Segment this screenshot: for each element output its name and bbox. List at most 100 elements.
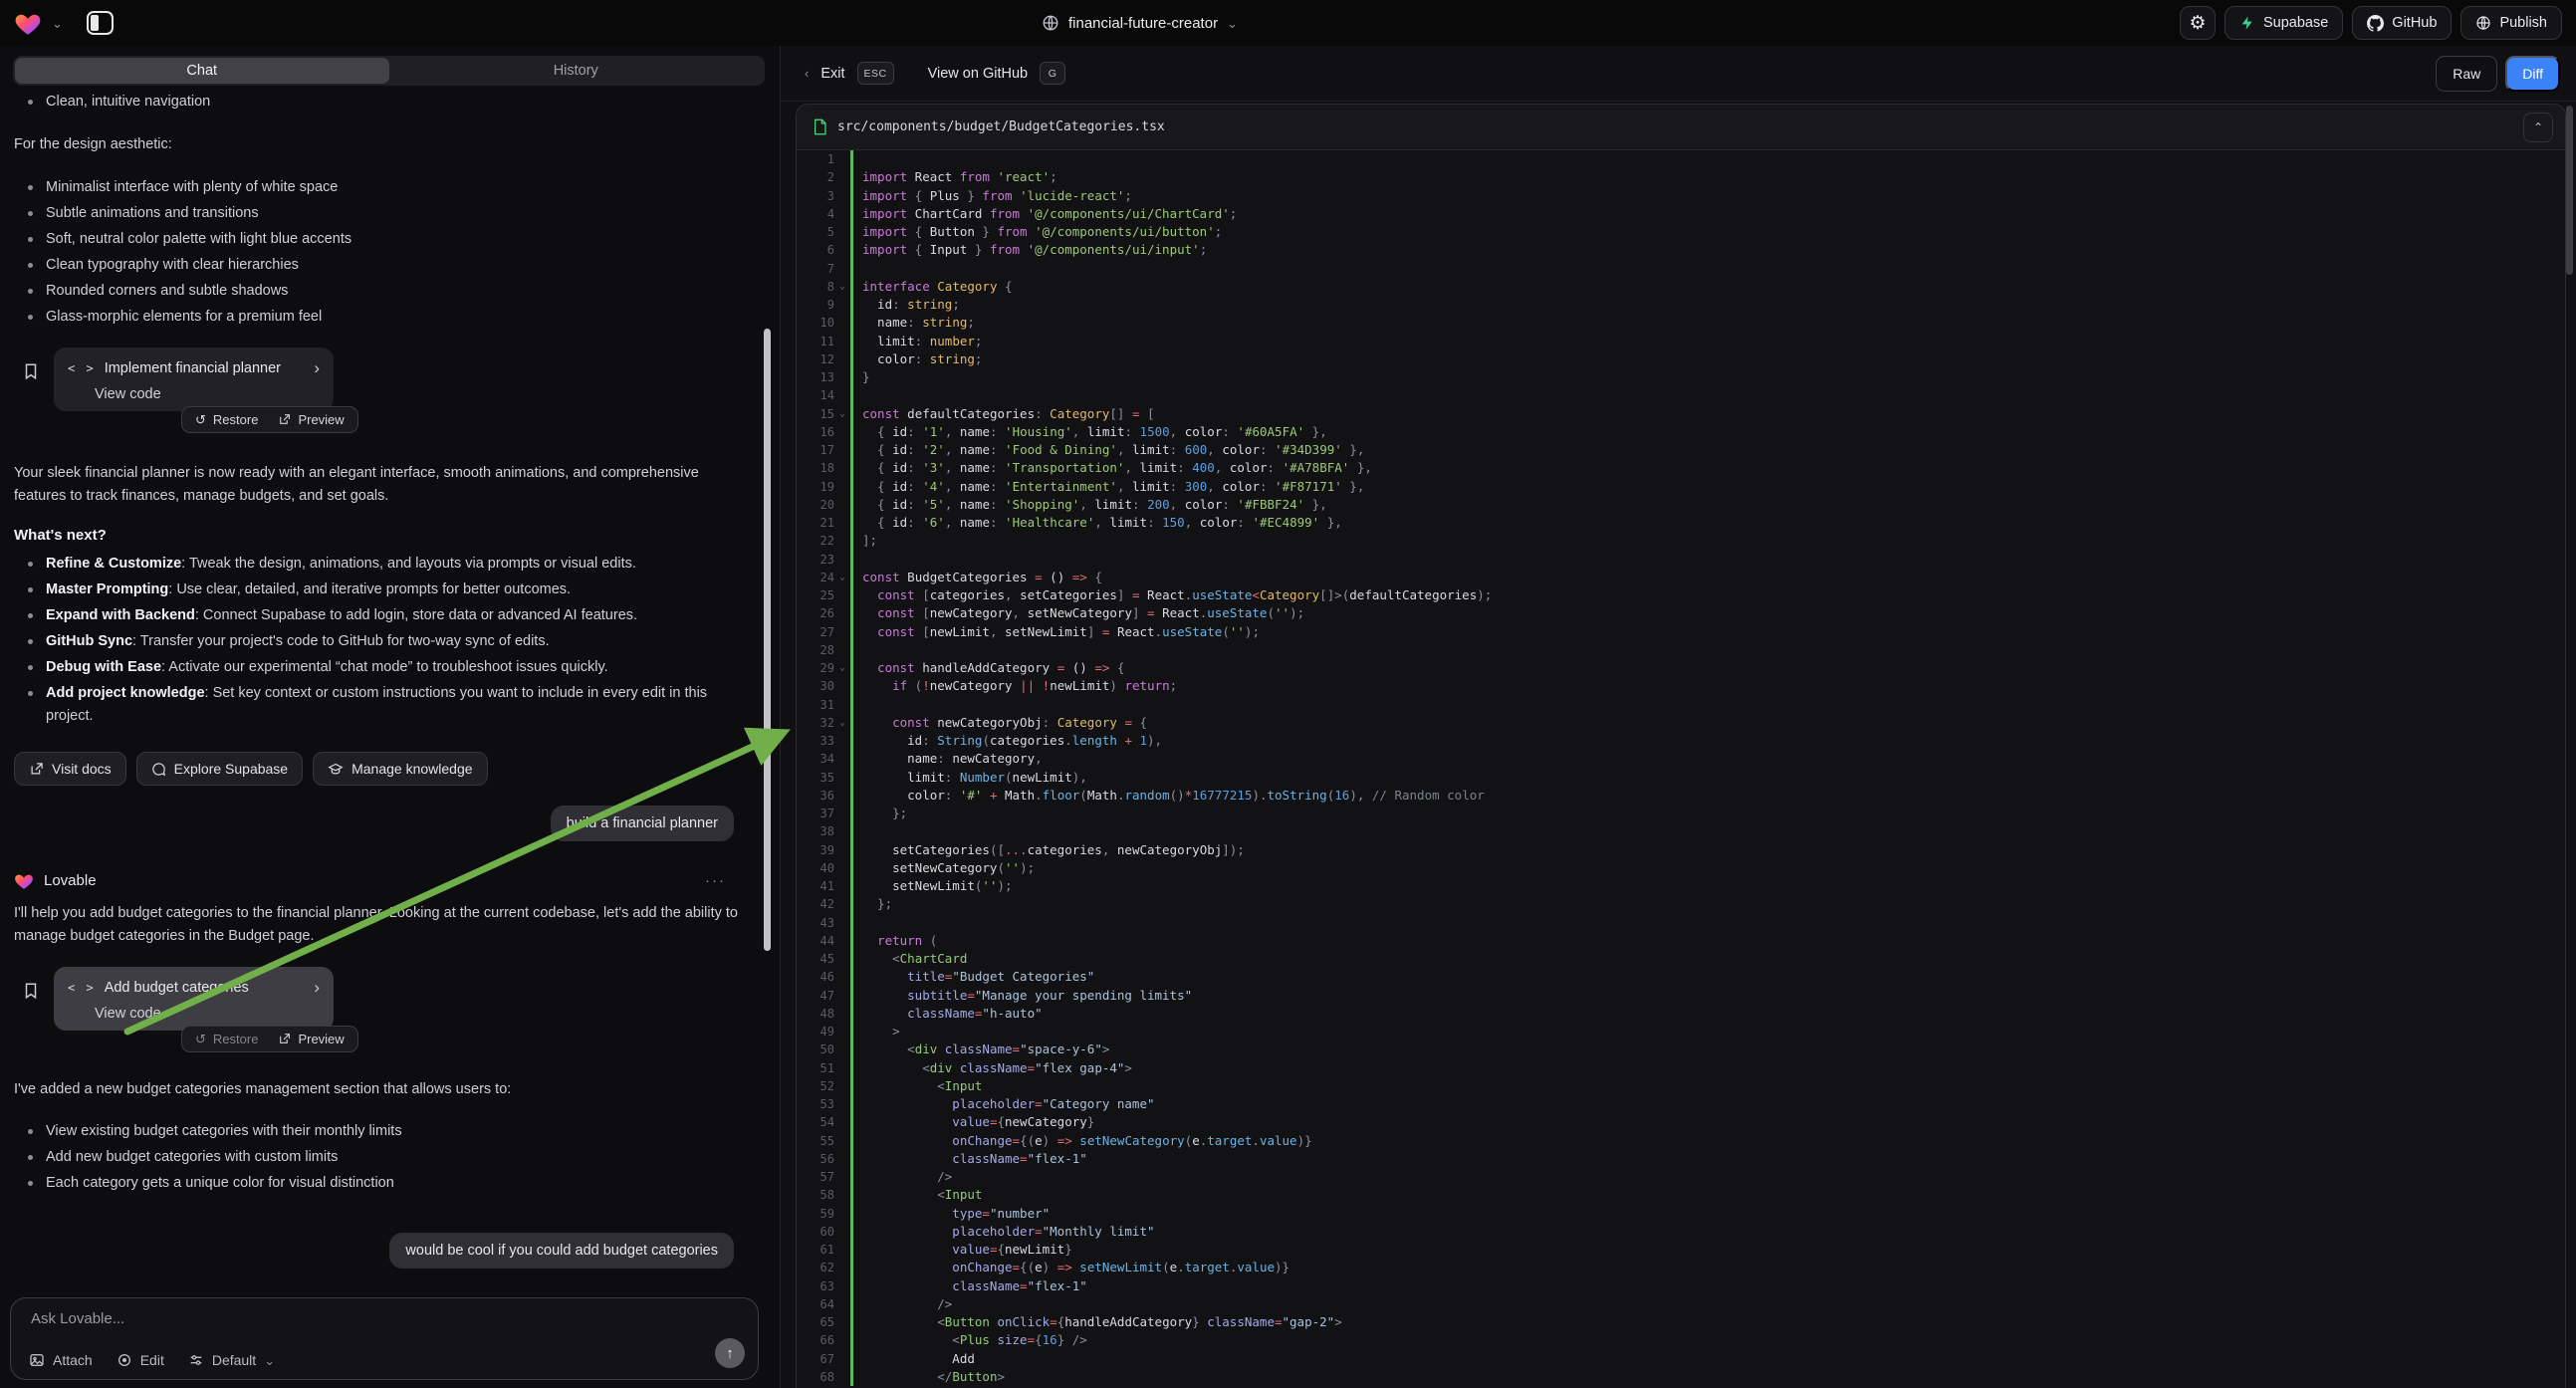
- tab-history[interactable]: History: [389, 58, 764, 84]
- line-number: 4: [797, 205, 834, 223]
- visit-docs-button[interactable]: Visit docs: [14, 752, 126, 786]
- code-line: 42 };: [797, 895, 2565, 913]
- view-code-link[interactable]: View code: [68, 1006, 320, 1022]
- preview-button[interactable]: Preview: [278, 1032, 344, 1046]
- list-item: Soft, neutral color palette with light b…: [14, 228, 748, 251]
- chat-scrollbar-thumb[interactable]: [764, 329, 771, 951]
- toggle-sidebar-icon[interactable]: [87, 11, 114, 35]
- line-number: 12: [797, 350, 834, 368]
- fold-chevron-icon[interactable]: ⌄: [834, 659, 850, 677]
- restore-icon: ↺: [195, 1033, 206, 1045]
- code-line: 56 className="flex-1": [797, 1150, 2565, 1168]
- code-line: 15⌄const defaultCategories: Category[] =…: [797, 405, 2565, 423]
- chat-bubble-icon: [151, 762, 166, 777]
- file-bar[interactable]: src/components/budget/BudgetCategories.t…: [797, 105, 2565, 150]
- code-line: 60 placeholder="Monthly limit": [797, 1223, 2565, 1241]
- code-line: 26 const [newCategory, setNewCategory] =…: [797, 604, 2565, 622]
- code-line: 21 { id: '6', name: 'Healthcare', limit:…: [797, 514, 2565, 532]
- list-item: Master Prompting: Use clear, detailed, a…: [14, 578, 748, 601]
- publish-button[interactable]: Publish: [2460, 6, 2562, 40]
- code-line: 43: [797, 914, 2565, 932]
- code-panel: ‹ Exit ESC View on GitHub G Raw Diff src…: [780, 46, 2576, 1388]
- fold-chevron-icon[interactable]: ⌄: [834, 569, 850, 586]
- project-switcher[interactable]: financial-future-creator ⌄: [1042, 0, 1238, 46]
- line-number: 45: [797, 950, 834, 968]
- chat-input[interactable]: [31, 1310, 738, 1327]
- line-number: 23: [797, 551, 834, 569]
- diff-toggle-button[interactable]: Diff: [2505, 56, 2560, 92]
- chat-scroll-area[interactable]: Clean, intuitive navigation For the desi…: [0, 86, 758, 1293]
- line-number: 8: [797, 278, 834, 296]
- bookmark-icon[interactable]: [22, 361, 40, 381]
- user-message: build a financial planner: [551, 806, 734, 841]
- code-line: 19 { id: '4', name: 'Entertainment', lim…: [797, 478, 2565, 496]
- manage-knowledge-button[interactable]: Manage knowledge: [313, 752, 487, 786]
- send-button[interactable]: ↑: [715, 1338, 745, 1368]
- chat-history-tabs: Chat History: [13, 56, 765, 86]
- design-bullet-list: Minimalist interface with plenty of whit…: [14, 176, 748, 329]
- code-line: 45 <ChartCard: [797, 950, 2565, 968]
- publish-globe-icon: [2475, 15, 2491, 31]
- list-item: Clean typography with clear hierarchies: [14, 254, 748, 277]
- code-line: 6import { Input } from '@/components/ui/…: [797, 241, 2565, 259]
- code-line: 41 setNewLimit('');: [797, 877, 2565, 895]
- workspace-chevron-down-icon[interactable]: ⌄: [52, 17, 63, 30]
- restore-button[interactable]: ↺ Restore: [195, 412, 258, 427]
- chevron-down-icon: ⌄: [264, 1354, 275, 1367]
- fold-chevron-icon[interactable]: ⌄: [834, 714, 850, 732]
- more-options-icon[interactable]: ···: [705, 872, 726, 889]
- settings-button[interactable]: ⚙: [2180, 6, 2216, 40]
- user-message: would be cool if you could add budget ca…: [389, 1233, 734, 1269]
- line-number: 34: [797, 750, 834, 768]
- list-item: Add new budget categories with custom li…: [14, 1146, 748, 1169]
- tab-chat[interactable]: Chat: [15, 58, 389, 84]
- code-line: 51 <div className="flex gap-4">: [797, 1059, 2565, 1077]
- composer: Attach Edit Default ⌄ ↑: [10, 1297, 759, 1380]
- code-line: 64 />: [797, 1295, 2565, 1313]
- explore-supabase-button[interactable]: Explore Supabase: [136, 752, 303, 786]
- version-card-row: < > Implement financial planner › View c…: [14, 347, 748, 411]
- supabase-button[interactable]: Supabase: [2225, 6, 2343, 40]
- code-line: 30 if (!newCategory || !newLimit) return…: [797, 677, 2565, 695]
- bookmark-icon[interactable]: [22, 981, 40, 1001]
- line-number: 62: [797, 1259, 834, 1276]
- code-editor[interactable]: 12import React from 'react';3import { Pl…: [797, 150, 2565, 1388]
- fold-chevron-icon[interactable]: ⌄: [834, 278, 850, 296]
- version-card-implement-financial-planner[interactable]: < > Implement financial planner › View c…: [54, 347, 334, 411]
- lovable-logo-icon[interactable]: [14, 10, 42, 36]
- line-number: 3: [797, 187, 834, 205]
- code-line: 17 { id: '2', name: 'Food & Dining', lim…: [797, 441, 2565, 459]
- code-line: 18 { id: '3', name: 'Transportation', li…: [797, 459, 2565, 477]
- restore-button[interactable]: ↺ Restore: [195, 1032, 258, 1046]
- collapse-file-button[interactable]: ⌃: [2523, 113, 2553, 142]
- fold-chevron-icon[interactable]: ⌄: [834, 405, 850, 423]
- code-header: ‹ Exit ESC View on GitHub G Raw Diff: [781, 46, 2576, 102]
- line-number: 37: [797, 805, 834, 822]
- raw-toggle-button[interactable]: Raw: [2436, 56, 2497, 92]
- list-item: Each category gets a unique color for vi…: [14, 1172, 748, 1195]
- code-line: 47 subtitle="Manage your spending limits…: [797, 987, 2565, 1005]
- view-on-github-link[interactable]: View on GitHub: [928, 66, 1028, 82]
- top-bar: ⌄ financial-future-creator ⌄ ⚙ Supabase: [0, 0, 2576, 46]
- version-card-add-budget-categories[interactable]: < > Add budget categories › View code: [54, 967, 334, 1031]
- preview-button[interactable]: Preview: [278, 412, 344, 427]
- view-code-link[interactable]: View code: [68, 386, 320, 402]
- assistant-header: Lovable ···: [14, 871, 748, 890]
- code-line: 38: [797, 822, 2565, 840]
- edit-mode-button[interactable]: Edit: [117, 1352, 164, 1368]
- file-path: src/components/budget/BudgetCategories.t…: [837, 119, 1165, 134]
- line-number: 65: [797, 1313, 834, 1331]
- code-line: 5import { Button } from '@/components/ui…: [797, 223, 2565, 241]
- code-line: 29⌄ const handleAddCategory = () => {: [797, 659, 2565, 677]
- line-number: 56: [797, 1150, 834, 1168]
- external-link-icon: [278, 413, 291, 426]
- line-number: 11: [797, 333, 834, 350]
- attach-button[interactable]: Attach: [29, 1352, 93, 1368]
- model-selector[interactable]: Default ⌄: [188, 1352, 275, 1368]
- github-button[interactable]: GitHub: [2352, 6, 2452, 40]
- line-number: 30: [797, 677, 834, 695]
- exit-button[interactable]: Exit: [820, 66, 844, 82]
- code-line: 53 placeholder="Category name": [797, 1095, 2565, 1113]
- code-scrollbar-thumb[interactable]: [2566, 106, 2573, 275]
- code-line: 23: [797, 551, 2565, 569]
